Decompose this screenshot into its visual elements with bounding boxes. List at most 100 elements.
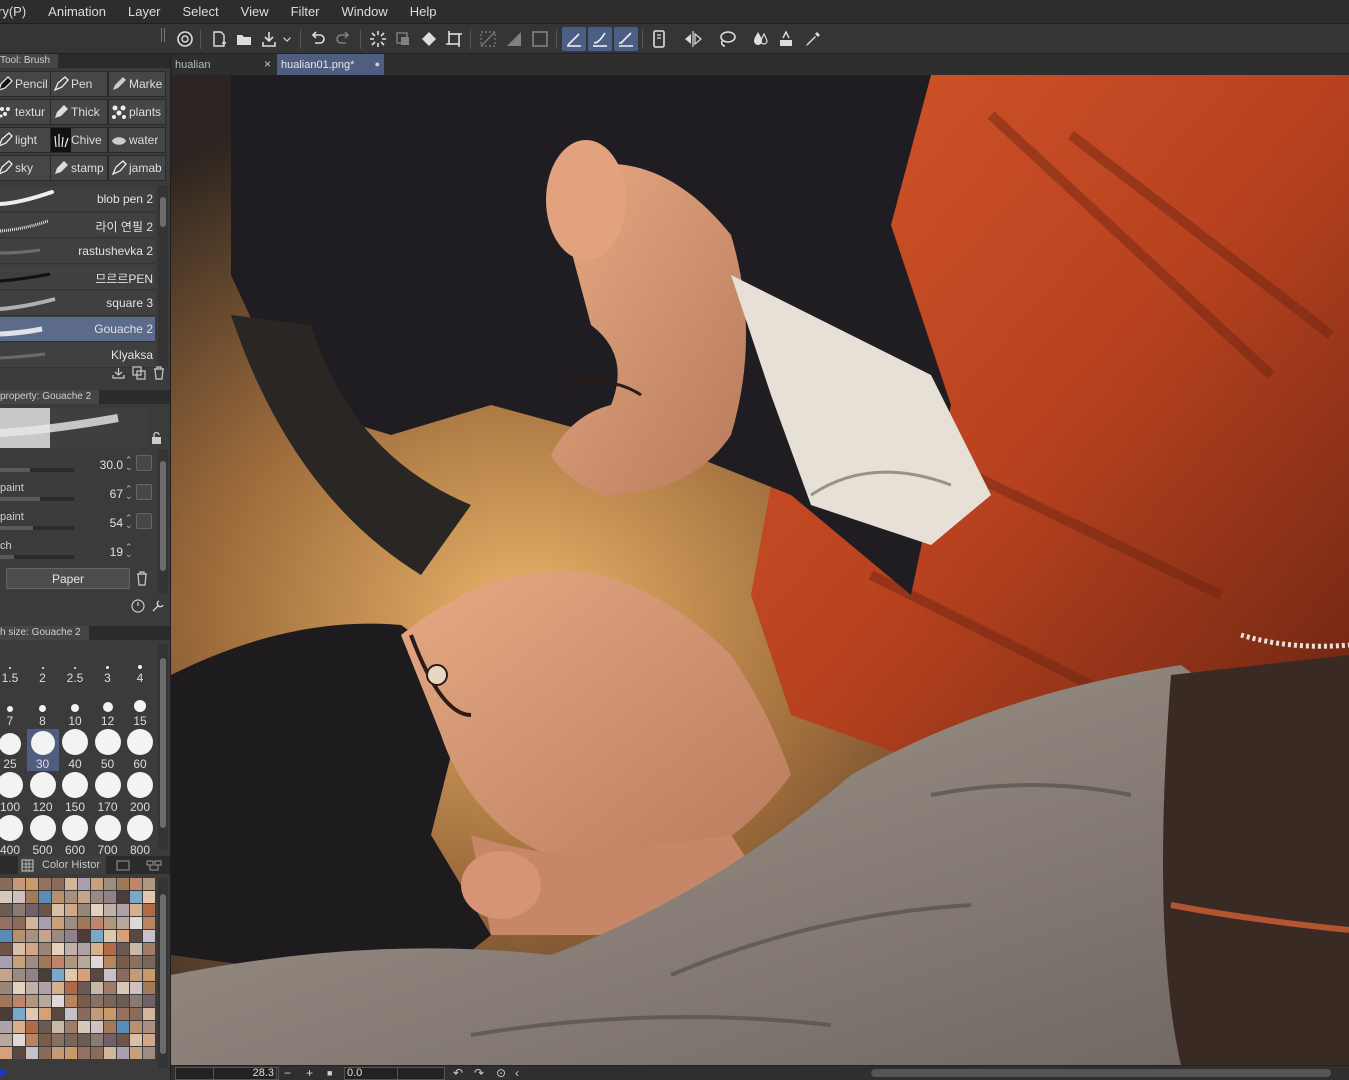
redo-icon[interactable] — [331, 27, 355, 51]
brush-size-option[interactable]: 30 — [26, 729, 59, 771]
unsaved-dot-icon[interactable]: ● — [375, 59, 380, 69]
brush-item-klyaksa[interactable]: Klyaksa — [0, 343, 155, 368]
color-swatch[interactable] — [39, 891, 51, 903]
color-swatch[interactable] — [104, 891, 116, 903]
color-swatch[interactable] — [117, 1008, 129, 1020]
color-swatch[interactable] — [78, 943, 90, 955]
color-swatch[interactable] — [65, 943, 77, 955]
color-swatch[interactable] — [143, 930, 155, 942]
color-swatch[interactable] — [65, 956, 77, 968]
invert-selection-icon[interactable] — [502, 27, 526, 51]
color-swatch[interactable] — [0, 1021, 12, 1033]
brush-size-option[interactable]: 600 — [59, 815, 91, 857]
brush-size-option[interactable]: 12 — [92, 686, 124, 728]
undo-icon[interactable] — [306, 27, 330, 51]
color-swatch[interactable] — [78, 1008, 90, 1020]
color-swatch[interactable] — [104, 943, 116, 955]
brush-item-rastushevka-2[interactable]: rastushevka 2 — [0, 239, 155, 264]
brush-size-option[interactable]: 7 — [0, 686, 26, 728]
drawing-canvas[interactable] — [171, 75, 1349, 1065]
color-swatch[interactable] — [117, 995, 129, 1007]
color-swatch[interactable] — [143, 995, 155, 1007]
menu-animation[interactable]: Animation — [37, 4, 117, 19]
color-swatch[interactable] — [78, 1047, 90, 1059]
color-swatch[interactable] — [104, 1021, 116, 1033]
color-swatch[interactable] — [117, 904, 129, 916]
color-swatch[interactable] — [143, 1047, 155, 1059]
color-swatch[interactable] — [0, 995, 12, 1007]
pressure-icon[interactable] — [136, 455, 152, 471]
color-swatch[interactable] — [130, 969, 142, 981]
clip-studio-icon[interactable] — [173, 27, 197, 51]
color-swatch[interactable] — [130, 1021, 142, 1033]
color-swatch[interactable] — [13, 982, 25, 994]
color-swatch[interactable] — [26, 969, 38, 981]
color-swatch[interactable] — [39, 982, 51, 994]
property-amount-of-paint[interactable]: paint 67 ⌃ ⌄ — [0, 480, 155, 509]
color-swatch[interactable] — [0, 878, 12, 890]
brush-size-option[interactable]: 10 — [59, 686, 91, 728]
color-swatch[interactable] — [52, 1008, 64, 1020]
brush-size-option[interactable]: 40 — [59, 729, 91, 771]
color-swatch[interactable] — [13, 878, 25, 890]
color-swatch[interactable] — [13, 891, 25, 903]
color-swatch[interactable] — [26, 982, 38, 994]
color-swatch[interactable] — [65, 995, 77, 1007]
color-swatch[interactable] — [130, 1047, 142, 1059]
color-swatch[interactable] — [13, 956, 25, 968]
color-swatch[interactable] — [39, 995, 51, 1007]
tab-hualian01[interactable]: hualian01.png* ● — [277, 54, 384, 75]
color-swatch[interactable] — [0, 917, 12, 929]
menu-filter[interactable]: Filter — [280, 4, 331, 19]
color-swatch[interactable] — [104, 917, 116, 929]
menu-select[interactable]: Select — [172, 4, 230, 19]
brush-size-option[interactable]: 25 — [0, 729, 26, 771]
color-swatch[interactable] — [78, 1021, 90, 1033]
slider-track[interactable] — [0, 555, 74, 559]
color-swatch[interactable] — [39, 1021, 51, 1033]
subtool-marker[interactable]: Marke — [108, 71, 166, 97]
brush-item-square-3[interactable]: square 3 — [0, 291, 155, 316]
duplicate-brush-icon[interactable] — [130, 366, 148, 380]
color-swatch[interactable] — [0, 904, 12, 916]
color-swatch[interactable] — [52, 930, 64, 942]
color-swatch[interactable] — [65, 969, 77, 981]
color-swatch[interactable] — [13, 1047, 25, 1059]
color-swatch[interactable] — [117, 956, 129, 968]
color-swatch[interactable] — [117, 943, 129, 955]
color-swatch[interactable] — [143, 891, 155, 903]
subtool-texture[interactable]: textur — [0, 99, 52, 125]
clear-icon[interactable] — [391, 27, 415, 51]
fit-icon[interactable]: ■ — [327, 1068, 332, 1078]
lasso-icon[interactable] — [715, 27, 739, 51]
color-swatch[interactable] — [91, 956, 103, 968]
color-swatch[interactable] — [143, 878, 155, 890]
color-swatch[interactable] — [91, 891, 103, 903]
save-icon[interactable] — [257, 27, 281, 51]
color-swatch[interactable] — [130, 943, 142, 955]
color-swatch[interactable] — [117, 1034, 129, 1046]
color-swatch[interactable] — [0, 969, 12, 981]
color-swatch[interactable] — [78, 930, 90, 942]
brush-size-option[interactable]: 100 — [0, 772, 26, 814]
deselect-icon[interactable] — [476, 27, 500, 51]
brush-size-option[interactable]: 3 — [92, 643, 124, 685]
slider-track[interactable] — [0, 497, 74, 501]
property-color-stretch[interactable]: ch 19 ⌃ ⌄ — [0, 538, 155, 567]
color-swatch[interactable] — [143, 943, 155, 955]
color-swatch[interactable] — [130, 917, 142, 929]
toolbar-grip[interactable] — [161, 28, 165, 42]
brush-size-option[interactable]: 15 — [124, 686, 156, 728]
subtool-chive[interactable]: Chive — [50, 127, 108, 153]
snap-grid-icon[interactable] — [614, 27, 638, 51]
menu-window[interactable]: Window — [331, 4, 399, 19]
color-swatch[interactable] — [104, 956, 116, 968]
selection-border-icon[interactable] — [528, 27, 552, 51]
tab-hualian[interactable]: hualian × — [171, 54, 275, 75]
fill-icon[interactable] — [417, 27, 441, 51]
brush-size-option[interactable]: 50 — [92, 729, 124, 771]
spin-icon[interactable]: ⌃ ⌄ — [125, 456, 133, 472]
subtool-water[interactable]: water — [108, 127, 166, 153]
brush-size-option[interactable]: 2 — [27, 643, 59, 685]
spin-icon[interactable]: ⌃ ⌄ — [125, 514, 133, 530]
